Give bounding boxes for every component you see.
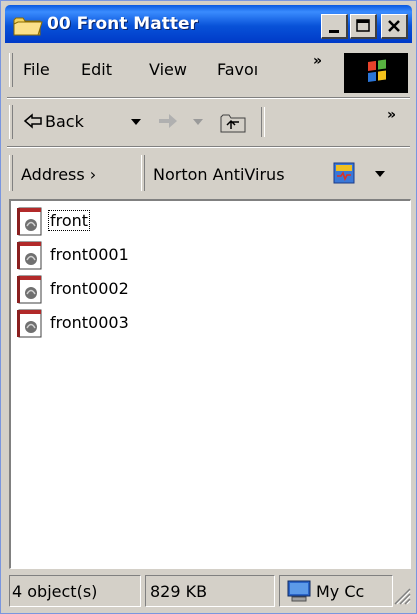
menu-bar: File Edit View Favoı » <box>9 49 331 89</box>
close-button[interactable] <box>381 14 408 39</box>
file-list-view[interactable]: front front0001 front0002 front0003 <box>9 199 411 569</box>
file-name: front <box>47 210 91 231</box>
status-size-pane: 829 KB <box>145 575 275 607</box>
status-bar: 4 object(s) 829 KB My Cc <box>9 573 412 609</box>
pdf-document-icon <box>17 309 42 338</box>
back-button[interactable]: Back <box>23 109 147 135</box>
status-location: My Cc <box>316 582 365 601</box>
toolbar-separator <box>261 107 265 137</box>
pdf-document-icon <box>17 207 42 236</box>
menu-file[interactable]: File <box>23 60 50 79</box>
maximize-icon <box>356 19 370 32</box>
menubar-separator <box>7 97 410 99</box>
my-computer-icon <box>287 580 311 602</box>
forward-dropdown-icon[interactable] <box>193 119 203 125</box>
up-folder-button[interactable] <box>219 111 249 135</box>
address-label[interactable]: Address › <box>21 165 96 184</box>
file-name: front0003 <box>50 313 129 332</box>
minimize-button[interactable] <box>321 14 348 39</box>
toolbar-overflow-chevron[interactable]: » <box>387 107 396 123</box>
pdf-document-icon <box>17 275 42 304</box>
norton-antivirus-button[interactable]: Norton AntiVirus <box>149 157 405 189</box>
standard-toolbar: Back » <box>9 101 409 143</box>
forward-button[interactable] <box>157 109 217 135</box>
status-object-count-pane: 4 object(s) <box>9 575 141 607</box>
folder-up-icon <box>220 114 246 133</box>
back-label: Back <box>45 112 84 131</box>
forward-arrow-icon <box>159 114 177 128</box>
menu-favorites[interactable]: Favoı <box>217 60 283 79</box>
windows-logo-throbber <box>344 53 408 93</box>
norton-antivirus-label: Norton AntiVirus <box>153 165 285 184</box>
close-icon <box>388 20 400 32</box>
status-zone-pane: My Cc <box>279 575 393 607</box>
file-name: front0002 <box>50 279 129 298</box>
window-title: 00 Front Matter <box>47 14 198 34</box>
back-arrow-icon <box>23 113 42 129</box>
status-object-count: 4 object(s) <box>12 582 98 601</box>
windows-flag-icon <box>368 59 386 82</box>
folder-icon <box>13 17 43 36</box>
back-dropdown-icon[interactable] <box>131 119 141 125</box>
title-bar[interactable]: 00 Front Matter <box>5 5 412 43</box>
links-grip[interactable] <box>141 155 145 191</box>
file-name: front0001 <box>50 245 129 264</box>
address-bar: Address › Norton AntiVirus <box>9 151 409 197</box>
norton-dropdown-icon[interactable] <box>375 171 385 177</box>
resize-grip-icon[interactable] <box>393 587 411 605</box>
maximize-button[interactable] <box>350 14 377 39</box>
explorer-window: 00 Front Matter File Edit View Favoı » B… <box>0 0 417 614</box>
menu-edit[interactable]: Edit <box>81 60 112 79</box>
minimize-icon <box>329 30 339 33</box>
norton-antivirus-icon <box>333 162 355 184</box>
toolbar-separator-line <box>7 146 410 148</box>
status-size: 829 KB <box>150 582 208 601</box>
menu-overflow-chevron[interactable]: » <box>313 53 322 69</box>
pdf-document-icon <box>17 241 42 270</box>
menu-view[interactable]: View <box>149 60 187 79</box>
